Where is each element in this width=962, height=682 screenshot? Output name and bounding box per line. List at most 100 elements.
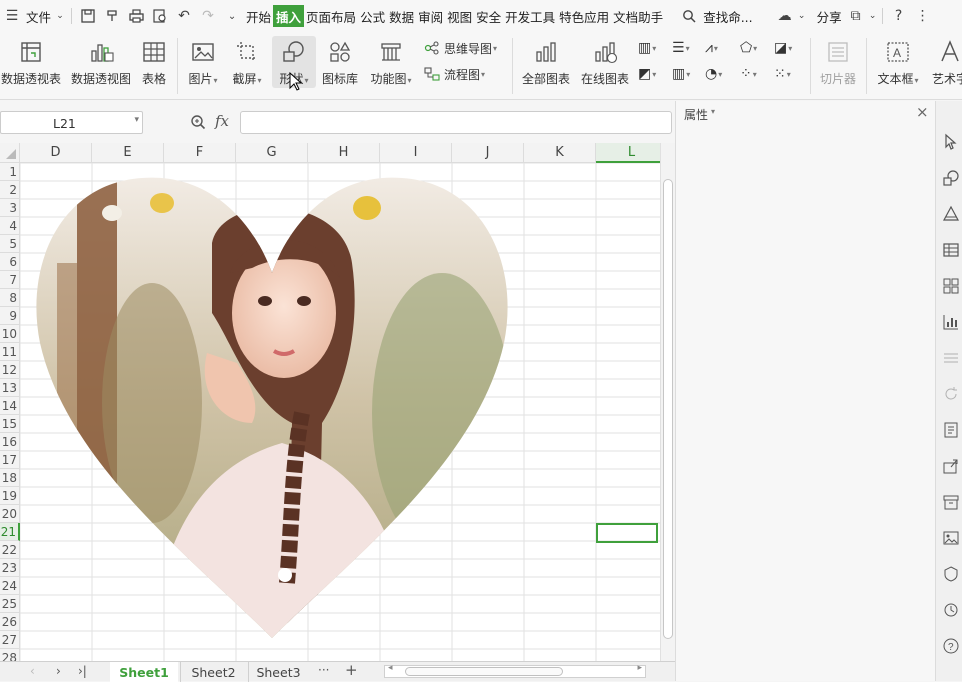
row-header-28[interactable]: 28	[0, 649, 20, 661]
area-chart-button[interactable]: ◩ ▾	[638, 64, 656, 84]
vertical-scrollbar[interactable]	[660, 143, 675, 661]
row-header-17[interactable]: 17	[0, 451, 20, 469]
undo-icon[interactable]: ↶	[172, 5, 196, 27]
row-header-2[interactable]: 2	[0, 181, 20, 199]
hamburger-menu-icon[interactable]: ☰	[0, 5, 24, 27]
column-header-g[interactable]: G	[236, 143, 308, 163]
row-header-1[interactable]: 1	[0, 163, 20, 181]
row-header-13[interactable]: 13	[0, 379, 20, 397]
tab-review[interactable]: 审阅	[416, 5, 445, 27]
column-header-i[interactable]: I	[380, 143, 452, 163]
pivot-table-button[interactable]: 数据透视表	[0, 36, 62, 88]
tab-doc-assistant[interactable]: 文档助手	[611, 5, 665, 27]
screenshot-button[interactable]: 截屏▾	[229, 36, 265, 88]
select-pointer-icon[interactable]	[942, 133, 960, 151]
flowchart-button[interactable]: 流程图 ▾	[424, 64, 485, 84]
save-icon[interactable]	[76, 5, 100, 27]
all-charts-button[interactable]: 全部图表	[519, 36, 573, 88]
sheet-tab-sheet2[interactable]: Sheet2	[180, 662, 246, 682]
image-panel-icon[interactable]	[942, 529, 960, 547]
horizontal-scroll-thumb[interactable]	[405, 667, 563, 676]
share-button[interactable]: 分享	[815, 5, 844, 27]
redo-icon[interactable]: ↷	[196, 5, 220, 27]
add-sheet-icon[interactable]: +	[345, 661, 358, 679]
heart-shaped-photo[interactable]	[22, 163, 522, 643]
row-header-8[interactable]: 8	[0, 289, 20, 307]
scatter-chart-button[interactable]: ⁘ ▾	[740, 64, 757, 84]
tab-view[interactable]: 视图	[445, 5, 474, 27]
row-header-20[interactable]: 20	[0, 505, 20, 523]
chevron-down-icon[interactable]: ▾	[711, 107, 715, 116]
shape-properties-icon[interactable]	[942, 169, 960, 187]
online-charts-button[interactable]: 在线图表	[578, 36, 632, 88]
column-chart-button[interactable]: ▥ ▾	[638, 38, 656, 58]
mindmap-button[interactable]: 思维导图 ▾	[424, 38, 497, 58]
row-header-5[interactable]: 5	[0, 235, 20, 253]
pivot-chart-button[interactable]: 数据透视图	[70, 36, 132, 88]
help-icon[interactable]: ?	[887, 5, 911, 27]
next-sheet-icon[interactable]: ›	[56, 664, 61, 678]
tab-developer[interactable]: 开发工具	[503, 5, 557, 27]
chevron-down-icon[interactable]: ⌄	[868, 5, 878, 27]
horizontal-scrollbar[interactable]: ◂ ▸	[384, 663, 646, 678]
column-header-f[interactable]: F	[164, 143, 236, 163]
sheet-tab-sheet3[interactable]: Sheet3	[248, 662, 308, 682]
row-header-18[interactable]: 18	[0, 469, 20, 487]
stock-chart-button[interactable]: ◪ ▾	[774, 38, 792, 58]
row-header-24[interactable]: 24	[0, 577, 20, 595]
tab-special-apps[interactable]: 特色应用	[557, 5, 611, 27]
chevron-down-icon[interactable]: ⌄	[797, 5, 807, 27]
table-panel-icon[interactable]	[942, 241, 960, 259]
row-header-6[interactable]: 6	[0, 253, 20, 271]
function-chart-button[interactable]: 功能图▾	[366, 36, 416, 88]
last-sheet-icon[interactable]: ›|	[78, 664, 87, 678]
search-commands[interactable]: 查找命...	[701, 5, 754, 27]
chart-panel-icon[interactable]	[942, 313, 960, 331]
tab-home[interactable]: 开始	[244, 5, 273, 27]
name-box[interactable]: L21 ▾	[0, 111, 143, 134]
row-header-15[interactable]: 15	[0, 415, 20, 433]
tab-insert[interactable]: 插入	[273, 5, 305, 27]
scroll-left-icon[interactable]: ◂	[388, 663, 393, 673]
radar-chart-button[interactable]: ⬠ ▾	[740, 38, 757, 58]
first-sheet-icon[interactable]: ‹	[30, 664, 35, 678]
line-chart-button[interactable]: ⩘ ▾	[705, 38, 718, 58]
active-cell-L21[interactable]	[596, 523, 658, 543]
combo-chart-button[interactable]: ▥ ▾	[672, 64, 690, 84]
column-header-d[interactable]: D	[20, 143, 92, 163]
column-header-j[interactable]: J	[452, 143, 524, 163]
tab-data[interactable]: 数据	[387, 5, 416, 27]
format-painter-icon[interactable]	[100, 5, 124, 27]
select-all-corner[interactable]	[0, 143, 20, 163]
archive-icon[interactable]	[942, 493, 960, 511]
table-button[interactable]: 表格	[138, 36, 170, 88]
more-options-icon[interactable]: ⋮	[911, 5, 935, 27]
textbox-button[interactable]: A 文本框▾	[872, 36, 924, 88]
row-header-19[interactable]: 19	[0, 487, 20, 505]
history-icon[interactable]	[942, 601, 960, 619]
print-preview-icon[interactable]	[148, 5, 172, 27]
refresh-icon[interactable]	[942, 385, 960, 403]
tab-formulas[interactable]: 公式	[358, 5, 387, 27]
shield-icon[interactable]	[942, 565, 960, 583]
slicer-button[interactable]: 切片器	[816, 36, 860, 88]
print-icon[interactable]	[124, 5, 148, 27]
search-icon[interactable]	[677, 5, 701, 27]
document-icon[interactable]	[942, 421, 960, 439]
chevron-down-icon[interactable]: ⌄	[53, 5, 67, 27]
row-header-12[interactable]: 12	[0, 361, 20, 379]
column-header-l[interactable]: L	[596, 143, 660, 163]
row-header-21[interactable]: 21	[0, 523, 20, 541]
lines-icon[interactable]	[942, 349, 960, 367]
vertical-scroll-thumb[interactable]	[663, 179, 673, 639]
chevron-down-icon[interactable]: ▾	[134, 115, 139, 125]
row-header-27[interactable]: 27	[0, 631, 20, 649]
cloud-sync-icon[interactable]: ☁	[773, 5, 797, 27]
quick-access-dropdown-icon[interactable]: ⌄	[220, 5, 244, 27]
close-panel-icon[interactable]: ×	[916, 103, 929, 121]
file-menu[interactable]: 文件	[24, 5, 53, 27]
row-header-11[interactable]: 11	[0, 343, 20, 361]
row-header-10[interactable]: 10	[0, 325, 20, 343]
zoom-search-icon[interactable]	[190, 114, 206, 130]
other-chart-button[interactable]: ⁙ ▾	[774, 64, 791, 84]
